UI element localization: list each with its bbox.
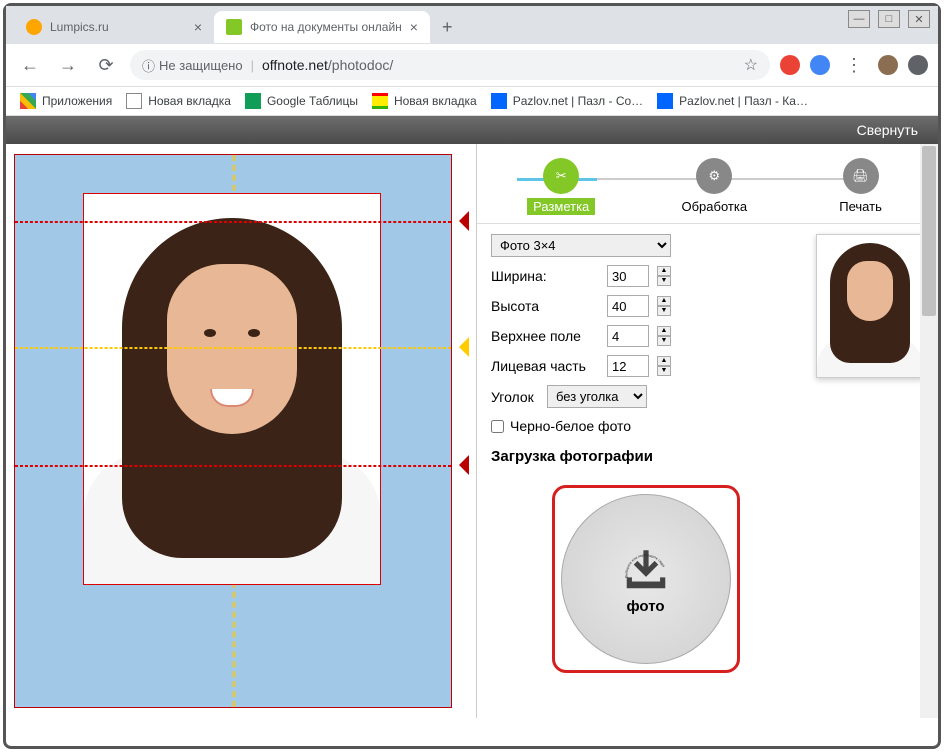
yandex-icon [372,93,388,109]
upload-hint-text: Выберите или перетащите сюда [621,554,671,604]
svg-text:Выберите или перетащите сюда: Выберите или перетащите сюда [624,554,665,578]
width-input[interactable] [607,265,649,287]
bookmark-star-icon[interactable]: ☆ [744,55,758,75]
maximize-button[interactable]: □ [878,10,900,28]
address-bar: ← → ⟳ ⓘ Не защищено | offnote.net/photod… [6,44,938,87]
spin-up-icon[interactable]: ▲ [657,326,671,336]
collapse-link[interactable]: Свернуть [857,122,918,138]
menu-icon[interactable]: ⋮ [840,51,868,79]
bookmark-item[interactable]: Pazlov.net | Пазл - Со… [491,93,643,109]
eye-yellow-guide[interactable] [15,347,451,349]
wizard-steps: ✂ Разметка ⚙ Обработка 🖨 Печать [477,144,938,224]
sheets-icon [245,93,261,109]
bookmarks-bar: Приложения Новая вкладка Google Таблицы … [6,87,938,116]
sliders-icon: ⚙ [696,158,732,194]
upload-section-title: Загрузка фотографии [491,448,800,465]
step-process[interactable]: ⚙ Обработка [675,158,753,215]
spin-up-icon[interactable]: ▲ [657,266,671,276]
favicon-icon [226,19,242,35]
puzzle-icon [657,93,673,109]
extension-globe-icon[interactable] [810,55,830,75]
step-print[interactable]: 🖨 Печать [833,158,888,215]
spin-up-icon[interactable]: ▲ [657,296,671,306]
browser-tab-lumpics[interactable]: Lumpics.ru × [14,11,214,43]
close-tab-icon[interactable]: × [194,19,202,35]
spin-down-icon[interactable]: ▼ [657,366,671,376]
reload-button[interactable]: ⟳ [92,51,120,79]
security-status: ⓘ Не защищено [142,56,243,75]
step-layout[interactable]: ✂ Разметка [527,158,595,215]
tab-title: Lumpics.ru [50,20,186,34]
upload-highlight: фото Выберите или перетащите сюда [552,485,740,673]
face-part-input[interactable] [607,355,649,377]
upload-dropzone[interactable]: фото Выберите или перетащите сюда [561,494,731,664]
crop-icon: ✂ [543,158,579,194]
url-text: offnote.net/photodoc/ [262,57,393,73]
top-red-guide[interactable] [15,221,451,223]
photo-subject [84,194,380,584]
close-window-button[interactable]: ✕ [908,10,930,28]
bookmark-item[interactable]: Pazlov.net | Пазл - Ка… [657,93,808,109]
browser-tab-photodoc[interactable]: Фото на документы онлайн × [214,11,430,43]
settings-panel: ✂ Разметка ⚙ Обработка 🖨 Печать Фото 3×4 [476,144,938,718]
favicon-icon [26,19,42,35]
canvas-area[interactable] [14,154,452,708]
spin-down-icon[interactable]: ▼ [657,336,671,346]
corner-select[interactable]: без уголка [547,385,647,408]
guide-marker-icon[interactable] [449,337,469,357]
scroll-thumb[interactable] [922,146,936,316]
forward-button[interactable]: → [54,51,82,79]
bookmark-item[interactable]: Новая вкладка [372,93,477,109]
top-margin-input[interactable] [607,325,649,347]
guide-marker-icon[interactable] [449,455,469,475]
bw-label: Черно-белое фото [510,418,631,434]
bookmark-item[interactable]: Google Таблицы [245,93,358,109]
spin-down-icon[interactable]: ▼ [657,276,671,286]
width-label: Ширина: [491,268,599,284]
preset-select[interactable]: Фото 3×4 [491,234,671,257]
spin-up-icon[interactable]: ▲ [657,356,671,366]
corner-label: Уголок [491,389,539,405]
photo-preview-thumbnail [816,234,924,378]
printer-icon: 🖨 [843,158,879,194]
photo-editor-canvas [6,144,476,718]
close-tab-icon[interactable]: × [410,19,418,35]
puzzle-icon [491,93,507,109]
tab-title: Фото на документы онлайн [250,20,402,34]
browser-tab-bar: Lumpics.ru × Фото на документы онлайн × … [6,6,938,44]
spin-down-icon[interactable]: ▼ [657,306,671,316]
minimize-button[interactable]: — [848,10,870,28]
height-label: Высота [491,298,599,314]
guide-marker-icon[interactable] [449,211,469,231]
scrollbar[interactable] [920,144,938,718]
photo-crop-frame[interactable] [83,193,381,585]
bw-checkbox[interactable] [491,420,504,433]
extension-icon[interactable] [780,55,800,75]
back-button[interactable]: ← [16,51,44,79]
new-tab-button[interactable]: + [430,17,465,38]
url-input[interactable]: ⓘ Не защищено | offnote.net/photodoc/ ☆ [130,50,770,80]
bookmark-item[interactable]: Новая вкладка [126,93,231,109]
document-icon [126,93,142,109]
face-part-label: Лицевая часть [491,358,599,374]
apps-icon [20,93,36,109]
apps-bookmark[interactable]: Приложения [20,93,112,109]
extension-icon[interactable] [908,55,928,75]
profile-avatar[interactable] [878,55,898,75]
height-input[interactable] [607,295,649,317]
chin-red-guide[interactable] [15,465,451,467]
top-margin-label: Верхнее поле [491,328,599,344]
page-topbar: Свернуть [6,116,938,144]
